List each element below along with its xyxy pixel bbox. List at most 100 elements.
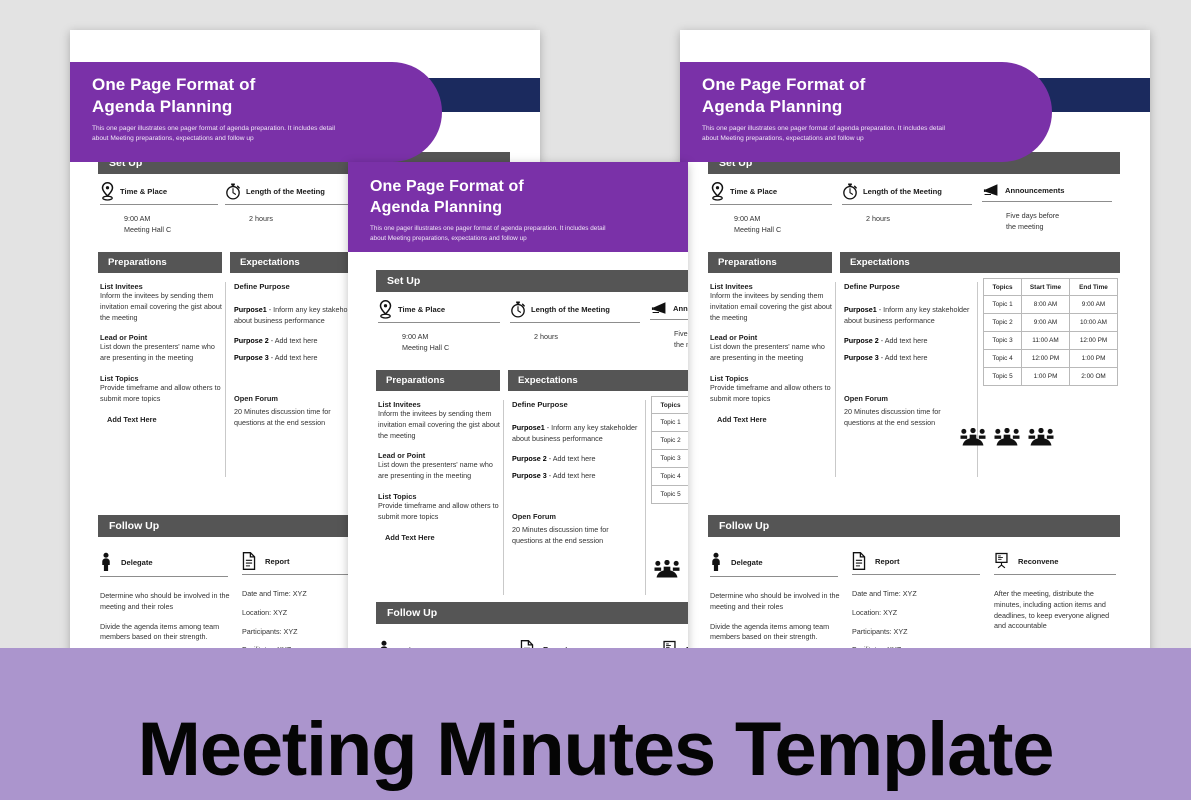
table-cell: Topic 3	[651, 449, 688, 468]
table-column-header: Topics	[651, 396, 688, 414]
setup-feature-length: Length of the Meeting 2 hours	[225, 182, 365, 236]
purpose-label: Purpose1	[512, 423, 545, 432]
people-group-icons	[652, 560, 688, 580]
prep-body: List down the presenters' name who are p…	[378, 460, 493, 481]
feature-rule	[100, 576, 228, 577]
feature-title: Report	[875, 556, 900, 566]
define-purpose-heading: Define Purpose	[512, 400, 568, 409]
prep-heading: Lead or Point	[378, 451, 426, 461]
prep-footer: Add Text Here	[717, 414, 767, 424]
setup-feature-length: Length of the Meeting 2 hours	[510, 300, 650, 354]
table-cell: Topic 1	[651, 413, 688, 432]
schedule-table[interactable]: TopicsStart TimeEnd Time Topic 18:00 AM9…	[983, 278, 1118, 386]
schedule-table[interactable]: TopicsStart TimeEnd Time Topic 18:00 AM9…	[651, 396, 688, 504]
setup-feature-time-place: Time & Place 9:00 AM Meeting Hall C	[100, 182, 225, 236]
purpose-item: Purpose 2 - Add text here	[234, 336, 362, 347]
preparations-band: Preparations	[98, 252, 222, 273]
followup-paragraph: Determine who should be involved in the …	[100, 591, 230, 611]
feature-title: Delegate	[731, 557, 763, 567]
hero-subtitle-line1: This one pager illustrates one pager for…	[92, 124, 336, 132]
followup-feature-delegate: Delegate Determine who should be involve…	[710, 552, 852, 656]
feature-rule	[225, 204, 355, 205]
hero-title-line2: Agenda Planning	[702, 97, 843, 117]
followup-paragraph: Participants: XYZ	[852, 626, 908, 636]
feature-head: Report	[852, 552, 994, 570]
open-forum-heading: Open Forum	[234, 394, 278, 404]
table-cell: 9:00 AM	[1069, 295, 1118, 314]
followup-paragraph: After the meeting, distribute the minute…	[994, 589, 1110, 631]
feature-title: Length of the Meeting	[531, 305, 610, 314]
hero-subtitle-line1: This one pager illustrates one pager for…	[370, 225, 606, 233]
hero-header: One Page Format of Agenda Planning This …	[70, 62, 442, 162]
feature-rule	[378, 322, 500, 323]
table-cell: 2:00 OM	[1069, 367, 1118, 386]
prep-body: Inform the invitees by sending them invi…	[378, 409, 500, 440]
table-row: Topic 412:00 PM1:00 PM	[983, 349, 1118, 368]
open-forum-body: 20 Minutes discussion time for questions…	[512, 525, 609, 545]
purpose-item: Purpose 3 - Add text here	[844, 353, 972, 364]
followup-band: Follow Up	[376, 602, 688, 624]
feature-line: Meeting Hall C	[734, 224, 782, 234]
setup-feature-length: Length of the Meeting 2 hours	[842, 182, 982, 236]
location-pin-icon	[378, 300, 393, 319]
purpose-label: Purpose 3	[234, 353, 269, 363]
feature-title: Length of the Meeting	[863, 187, 942, 196]
prep-heading: List Invitees	[710, 282, 753, 291]
feature-title: Delegate	[121, 557, 153, 567]
prep-heading: Lead or Point	[100, 333, 148, 343]
feature-head: Time & Place	[710, 182, 842, 201]
table-cell: 10:00 AM	[1069, 313, 1118, 332]
feature-rule	[710, 576, 838, 577]
feature-head: Time & Place	[100, 182, 225, 201]
feature-title: Time & Place	[398, 305, 446, 314]
setup-features: Time & Place 9:00 AM Meeting Hall C Leng…	[710, 182, 1122, 236]
preparations-body: List Invitees Inform the invitees by sen…	[710, 282, 832, 424]
purpose-item: Purpose1 - Inform any key stakeholder ab…	[844, 305, 972, 327]
people-group-icon	[958, 428, 988, 448]
feature-line: 9:00 AM	[124, 214, 151, 223]
table-cell: Topic 5	[651, 485, 688, 504]
purpose-label: Purpose1	[844, 305, 877, 314]
prep-footer: Add Text Here	[385, 532, 435, 542]
feature-head: Delegate	[100, 552, 242, 572]
feature-rule	[982, 201, 1112, 202]
feature-rule	[100, 204, 218, 205]
table-header-row: TopicsStart TimeEnd Time	[983, 278, 1118, 296]
purpose-text: - Add text here	[268, 335, 318, 345]
purpose-label: Purpose 2	[234, 335, 269, 345]
feature-rule	[994, 574, 1116, 575]
followup-paragraph: Location: XYZ	[852, 607, 898, 617]
prep-heading: List Invitees	[100, 282, 143, 291]
feature-head: Length of the Meeting	[510, 300, 650, 319]
feature-title: Announcements	[673, 303, 688, 313]
document-card-right[interactable]: One Page Format of Agenda Planning This …	[680, 30, 1150, 670]
location-pin-icon	[710, 182, 725, 201]
table-column-header: Topics	[983, 278, 1022, 296]
people-group-icons	[958, 428, 1056, 448]
table-cell: 1:00 PM	[1021, 367, 1070, 386]
table-cell: Topic 4	[651, 467, 688, 486]
expectations-body: Define Purpose Purpose1 - Inform any key…	[512, 400, 640, 547]
table-row: Topic 51:00 PM2:00 OM	[651, 485, 688, 504]
table-row: Topic 412:00 PM1:00 PM	[651, 467, 688, 486]
purpose-item: Purpose1 - Inform any key stakeholder ab…	[234, 305, 362, 327]
table-cell: Topic 3	[983, 331, 1022, 350]
expectations-band-label: Expectations	[850, 257, 910, 268]
hero-subtitle-line1: This one pager illustrates one pager for…	[702, 124, 946, 132]
followup-band-label: Follow Up	[109, 520, 160, 532]
table-row: Topic 311:00 AM12:00 PM	[651, 449, 688, 468]
table-column-header: Start Time	[1021, 278, 1070, 296]
table-body: Topic 18:00 AM9:00 AMTopic 29:00 AM10:00…	[983, 295, 1118, 386]
followup-paragraph: Divide the agenda items among team membe…	[710, 621, 830, 642]
purpose-item: Purpose 2 - Add text here	[844, 336, 972, 347]
table-cell: Topic 2	[983, 313, 1022, 332]
table-cell: Topic 2	[651, 431, 688, 450]
feature-rule	[510, 322, 640, 323]
table-row: Topic 18:00 AM9:00 AM	[651, 413, 688, 432]
megaphone-icon	[650, 300, 668, 316]
document-icon	[242, 552, 256, 570]
preparations-band-label: Preparations	[386, 375, 445, 386]
preparations-body: List Invitees Inform the invitees by sen…	[378, 400, 500, 542]
prep-body: List down the presenters' name who are p…	[100, 342, 215, 363]
purpose-label: Purpose 2	[844, 335, 879, 345]
